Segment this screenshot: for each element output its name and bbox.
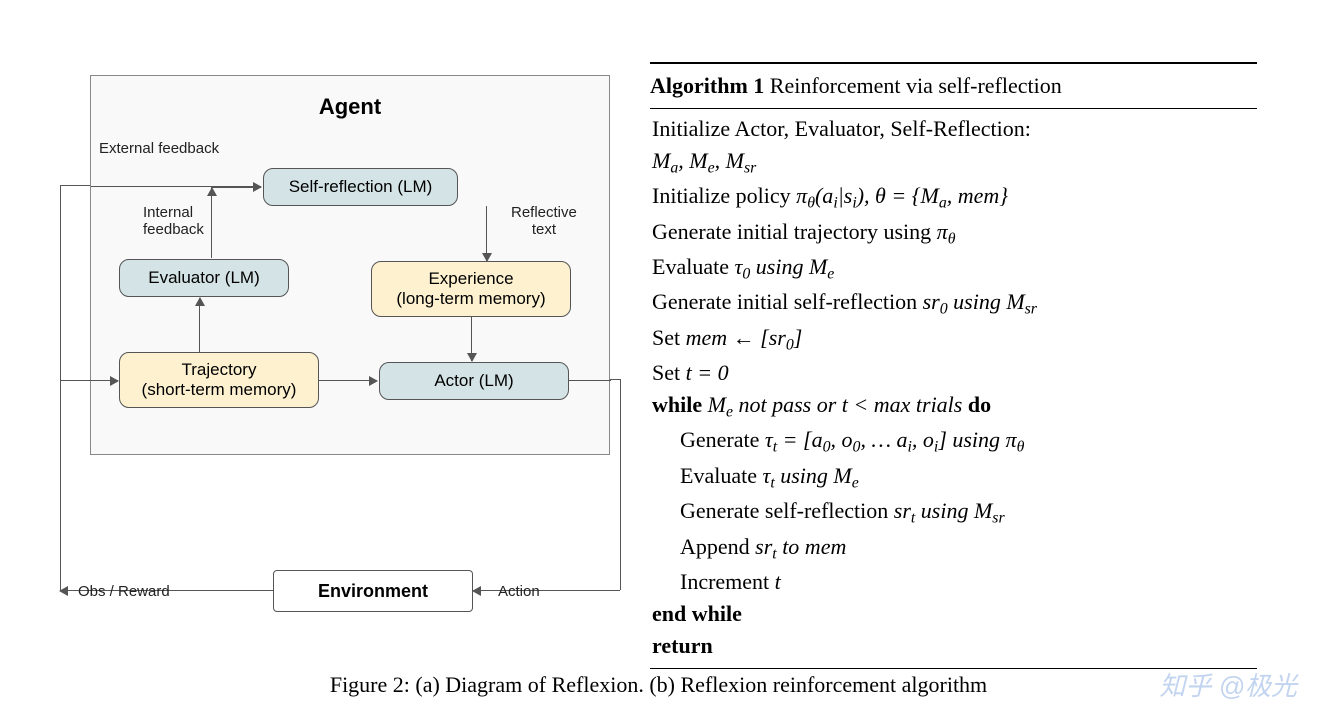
box-actor-label: Actor (LM) xyxy=(388,371,560,391)
box-actor: Actor (LM) xyxy=(379,362,569,400)
arrow-action-vertical xyxy=(620,379,621,590)
agent-title: Agent xyxy=(91,94,609,120)
arrow-traj-to-eval xyxy=(199,298,200,352)
arrow-eval-to-selfrefl xyxy=(211,188,212,258)
label-external-feedback: External feedback xyxy=(99,140,219,157)
arrow-obs-top-into-agent xyxy=(60,185,90,186)
algo-line-1: Initialize Actor, Evaluator, Self-Reflec… xyxy=(652,113,1257,145)
arrow-obs-to-traj-head xyxy=(91,380,118,381)
algo-line-12: Generate self-reflection srt using Msr xyxy=(652,495,1257,530)
algo-line-9: while Me not pass or t < max trials do xyxy=(652,389,1257,424)
algo-line-16: return xyxy=(652,630,1257,662)
label-obs-reward: Obs / Reward xyxy=(78,583,170,600)
arrow-actor-out-inner xyxy=(569,380,611,381)
algo-line-13: Append srt to mem xyxy=(652,531,1257,566)
label-reflective-text: Reflective text xyxy=(511,204,577,238)
box-experience: Experience (long-term memory) xyxy=(371,261,571,317)
box-self-reflection: Self-reflection (LM) xyxy=(263,168,458,206)
arrow-eval-to-selfrefl-h xyxy=(211,187,261,188)
box-environment: Environment xyxy=(273,570,473,612)
box-evaluator: Evaluator (LM) xyxy=(119,259,289,297)
box-experience-line2: (long-term memory) xyxy=(380,289,562,309)
agent-container: Agent Self-reflection (LM) Evaluator (LM… xyxy=(90,75,610,455)
algo-line-10: Generate τt = [a0, o0, … ai, oi] using π… xyxy=(652,424,1257,459)
algo-line-8: Set t = 0 xyxy=(652,357,1257,389)
label-internal-feedback: Internal feedback xyxy=(143,204,204,238)
box-trajectory-line2: (short-term memory) xyxy=(128,380,310,400)
figure-caption: Figure 2: (a) Diagram of Reflexion. (b) … xyxy=(0,672,1317,698)
algorithm-block: Algorithm 1 Reinforcement via self-refle… xyxy=(650,60,1257,671)
arrow-action-to-env xyxy=(473,590,620,591)
arrow-exp-to-actor xyxy=(471,317,472,361)
box-trajectory: Trajectory (short-term memory) xyxy=(119,352,319,408)
algo-line-4: Generate initial trajectory using πθ xyxy=(652,216,1257,251)
algo-line-2: Ma, Me, Msr xyxy=(652,145,1257,180)
arrow-obs-vertical xyxy=(60,185,61,590)
arrow-actor-out-ext xyxy=(610,379,620,380)
algo-line-14: Increment t xyxy=(652,566,1257,598)
algo-line-15: end while xyxy=(652,598,1257,630)
arrow-obs-to-traj-inner xyxy=(61,380,91,381)
label-action: Action xyxy=(498,583,540,600)
algorithm-title: Algorithm 1 Reinforcement via self-refle… xyxy=(650,66,1257,106)
algo-line-3: Initialize policy πθ(ai|si), θ = {Ma, me… xyxy=(652,180,1257,215)
box-trajectory-line1: Trajectory xyxy=(128,360,310,380)
arrow-traj-to-actor xyxy=(319,380,377,381)
box-experience-line1: Experience xyxy=(380,269,562,289)
diagram-reflexion: Agent Self-reflection (LM) Evaluator (LM… xyxy=(60,60,620,671)
arrow-selfrefl-to-exp-head xyxy=(486,206,487,261)
algo-line-5: Evaluate τ0 using Me xyxy=(652,251,1257,286)
algo-line-6: Generate initial self-reflection sr0 usi… xyxy=(652,286,1257,321)
algo-line-11: Evaluate τt using Me xyxy=(652,460,1257,495)
algorithm-body: Initialize Actor, Evaluator, Self-Reflec… xyxy=(650,111,1257,666)
box-self-reflection-label: Self-reflection (LM) xyxy=(272,177,449,197)
box-evaluator-label: Evaluator (LM) xyxy=(128,268,280,288)
box-environment-label: Environment xyxy=(318,581,428,602)
algo-line-7: Set mem ← [sr0] xyxy=(652,322,1257,357)
